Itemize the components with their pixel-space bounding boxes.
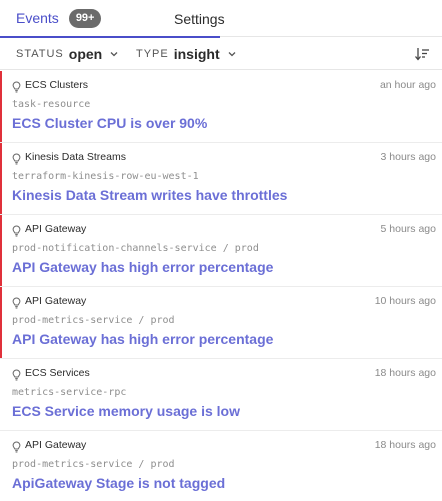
event-list-item[interactable]: API Gateway 18 hours ago prod-metrics-se… (0, 431, 442, 501)
event-title[interactable]: ECS Service memory usage is low (12, 403, 240, 419)
event-time: 10 hours ago (374, 295, 436, 307)
tab-bar: Events 99+ Settings (0, 0, 442, 38)
event-resource: prod-notification-channels-service / pro… (12, 243, 259, 254)
lightbulb-icon (12, 224, 21, 237)
events-count-badge: 99+ (68, 8, 102, 28)
type-filter-dropdown[interactable]: TYPE insight (136, 38, 237, 70)
event-resource: metrics-service-rpc (12, 387, 127, 398)
lightbulb-icon (12, 296, 21, 309)
event-source: ECS Clusters (25, 79, 89, 91)
chevron-down-icon (109, 49, 119, 59)
event-list-item[interactable]: Kinesis Data Streams 3 hours ago terrafo… (0, 143, 442, 215)
event-source: ECS Services (25, 367, 90, 379)
event-time: 18 hours ago (374, 439, 436, 451)
event-list: ECS Clusters an hour ago task-resource E… (0, 71, 442, 501)
event-title[interactable]: API Gateway has high error percentage (12, 259, 273, 275)
event-title[interactable]: ApiGateway Stage is not tagged (12, 475, 225, 491)
event-resource: terraform-kinesis-row-eu-west-1 (12, 171, 199, 182)
event-source: API Gateway (25, 223, 87, 235)
event-source: API Gateway (25, 295, 87, 307)
event-time: 5 hours ago (380, 223, 436, 235)
status-filter-value: open (68, 46, 103, 62)
event-time: 3 hours ago (380, 151, 436, 163)
chevron-down-icon (227, 49, 237, 59)
event-time: an hour ago (379, 79, 436, 91)
tab-settings[interactable]: Settings (174, 0, 225, 37)
lightbulb-icon (12, 368, 21, 381)
sort-icon[interactable] (414, 46, 430, 62)
event-list-item[interactable]: ECS Services 18 hours ago metrics-servic… (0, 359, 442, 431)
event-list-item[interactable]: ECS Clusters an hour ago task-resource E… (0, 71, 442, 143)
event-resource: prod-metrics-service / prod (12, 459, 175, 470)
type-filter-label: TYPE (136, 48, 169, 60)
status-filter-dropdown[interactable]: STATUS open (16, 38, 119, 70)
event-time: 18 hours ago (374, 367, 436, 379)
lightbulb-icon (12, 80, 21, 93)
event-list-item[interactable]: API Gateway 10 hours ago prod-metrics-se… (0, 287, 442, 359)
event-resource: task-resource (12, 99, 91, 110)
tab-settings-label: Settings (174, 10, 225, 27)
event-title[interactable]: API Gateway has high error percentage (12, 331, 273, 347)
event-title[interactable]: ECS Cluster CPU is over 90% (12, 115, 207, 131)
event-resource: prod-metrics-service / prod (12, 315, 175, 326)
filter-bar: STATUS open TYPE insight (0, 38, 442, 70)
event-title[interactable]: Kinesis Data Stream writes have throttle… (12, 187, 287, 203)
tab-events-label: Events (16, 10, 59, 26)
event-source: Kinesis Data Streams (25, 151, 126, 163)
type-filter-value: insight (173, 46, 220, 62)
lightbulb-icon (12, 152, 21, 165)
event-source: API Gateway (25, 439, 87, 451)
status-filter-label: STATUS (16, 48, 64, 60)
event-list-item[interactable]: API Gateway 5 hours ago prod-notificatio… (0, 215, 442, 287)
lightbulb-icon (12, 440, 21, 453)
